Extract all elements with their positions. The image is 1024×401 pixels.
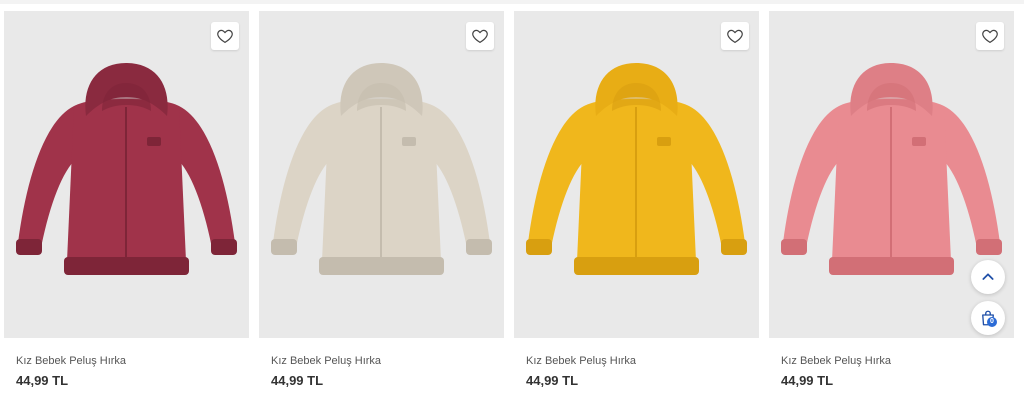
- product-price: 44,99 TL: [271, 373, 324, 388]
- favorite-button[interactable]: [211, 22, 239, 50]
- product-card[interactable]: Kız Bebek Peluş Hırka 44,99 TL: [4, 11, 249, 396]
- favorite-button[interactable]: [976, 22, 1004, 50]
- product-price: 44,99 TL: [526, 373, 579, 388]
- hoodie-illustration: [526, 63, 747, 275]
- product-title[interactable]: Kız Bebek Peluş Hırka: [16, 355, 126, 367]
- product-image[interactable]: [514, 11, 759, 338]
- product-card[interactable]: Kız Bebek Peluş Hırka 44,99 TL: [259, 11, 504, 396]
- product-title[interactable]: Kız Bebek Peluş Hırka: [271, 355, 381, 367]
- chevron-up-icon: [982, 273, 994, 280]
- heart-icon: [217, 29, 233, 43]
- cart-count-badge: 0: [987, 317, 997, 327]
- product-price: 44,99 TL: [781, 373, 834, 388]
- hoodie-illustration: [16, 63, 237, 275]
- product-price: 44,99 TL: [16, 373, 69, 388]
- favorite-button[interactable]: [721, 22, 749, 50]
- product-image[interactable]: [4, 11, 249, 338]
- cart-button[interactable]: 0: [971, 301, 1005, 335]
- top-divider: [0, 0, 1024, 4]
- product-card[interactable]: Kız Bebek Peluş Hırka 44,99 TL: [769, 11, 1014, 396]
- scroll-top-button[interactable]: [971, 260, 1005, 294]
- heart-icon: [472, 29, 488, 43]
- product-image[interactable]: [259, 11, 504, 338]
- product-title[interactable]: Kız Bebek Peluş Hırka: [526, 355, 636, 367]
- heart-icon: [982, 29, 998, 43]
- favorite-button[interactable]: [466, 22, 494, 50]
- heart-icon: [727, 29, 743, 43]
- hoodie-illustration: [271, 63, 492, 275]
- product-card[interactable]: Kız Bebek Peluş Hırka 44,99 TL: [514, 11, 759, 396]
- product-title[interactable]: Kız Bebek Peluş Hırka: [781, 355, 891, 367]
- product-grid: Kız Bebek Peluş Hırka 44,99 TL Kız Bebek…: [0, 11, 1024, 401]
